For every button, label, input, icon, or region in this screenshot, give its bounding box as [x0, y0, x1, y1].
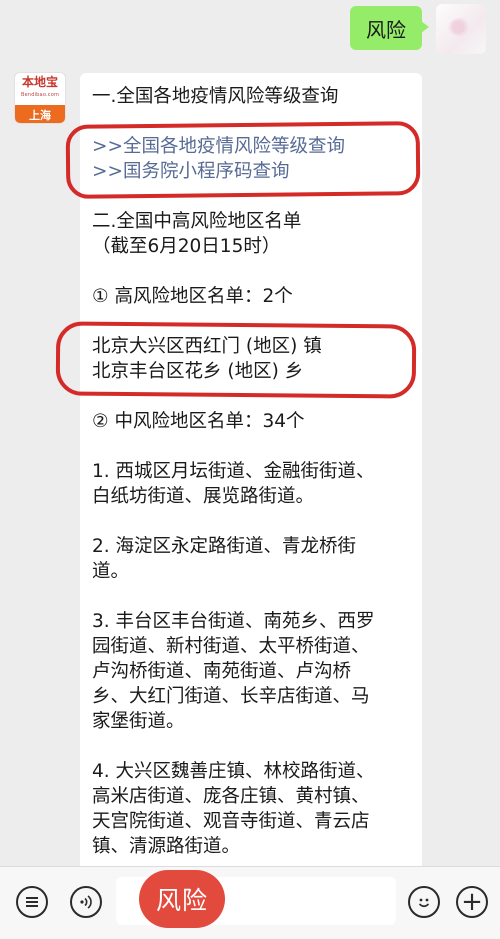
bot-avatar[interactable]: 本地宝 Bendibao.com 上海	[14, 72, 66, 124]
mid-risk-line: 3. 丰台区丰台街道、南苑乡、西罗	[92, 611, 375, 632]
logo-subtext: Bendibao.com	[20, 92, 60, 98]
plus-icon[interactable]: +	[456, 886, 488, 918]
mid-risk-line: 道。	[92, 561, 130, 582]
high-risk-title: ① 高风险地区名单：2个	[92, 286, 293, 307]
user-message-bubble[interactable]: 风险	[350, 6, 429, 50]
voice-input-pill[interactable]: 风险	[139, 870, 225, 928]
mid-risk-item-2: 2. 海淀区永定路街道、青龙桥街 道。	[92, 534, 412, 584]
mid-risk-line: 家堡街道。	[92, 711, 185, 732]
mid-risk-line: 高米店街道、庞各庄镇、黄村镇、	[92, 786, 370, 807]
menu-icon[interactable]	[16, 886, 48, 918]
mid-risk-line: 园街道、新村街道、太平桥街道、	[92, 636, 370, 657]
bendibao-logo: 本地宝 Bendibao.com	[15, 73, 65, 105]
logo-text: 本地宝	[21, 75, 58, 89]
mid-risk-line: 乡、大红门街道、长辛店街道、马	[92, 686, 370, 707]
mid-risk-item-3: 3. 丰台区丰台街道、南苑乡、西罗 园街道、新村街道、太平桥街道、 卢沟桥街道、…	[92, 609, 412, 734]
mid-risk-item-1: 1. 西城区月坛街道、金融街街道、 白纸坊街道、展览路街道。	[92, 459, 412, 509]
mid-risk-line: 2. 海淀区永定路街道、青龙桥街	[92, 536, 357, 557]
user-avatar[interactable]	[436, 4, 486, 54]
mid-risk-line: 镇、清源路街道。	[92, 836, 241, 857]
mid-risk-title: ② 中风险地区名单：34个	[92, 411, 305, 432]
mid-risk-line: 卢沟桥街道、南苑街道、卢沟桥	[92, 661, 352, 682]
logo-city: 上海	[15, 105, 65, 123]
chat-input-bar: +	[0, 866, 500, 939]
voice-icon[interactable]	[70, 886, 102, 918]
mid-risk-line: 天宫院街道、观音寺街道、青云店	[92, 811, 370, 832]
smiley-icon	[418, 898, 430, 908]
mid-risk-item-4: 4. 大兴区魏善庄镇、林校路街道、 高米店街道、庞各庄镇、黄村镇、 天宫院街道、…	[92, 759, 412, 859]
section2-title: 二.全国中高风险地区名单	[92, 211, 302, 232]
mid-risk-line: 1. 西城区月坛街道、金融街街道、	[92, 461, 375, 482]
section1-title: 一.全国各地疫情风险等级查询	[92, 86, 339, 107]
emoji-icon[interactable]	[408, 886, 440, 918]
sound-wave-icon	[80, 895, 92, 909]
mid-risk-line: 4. 大兴区魏善庄镇、林校路街道、	[92, 761, 375, 782]
mid-risk-line: 白纸坊街道、展览路街道。	[92, 486, 315, 507]
red-highlight-oval-high-risk	[55, 321, 417, 399]
red-highlight-oval-links	[65, 121, 421, 199]
section2-date: （截至6月20日15时）	[92, 236, 281, 257]
